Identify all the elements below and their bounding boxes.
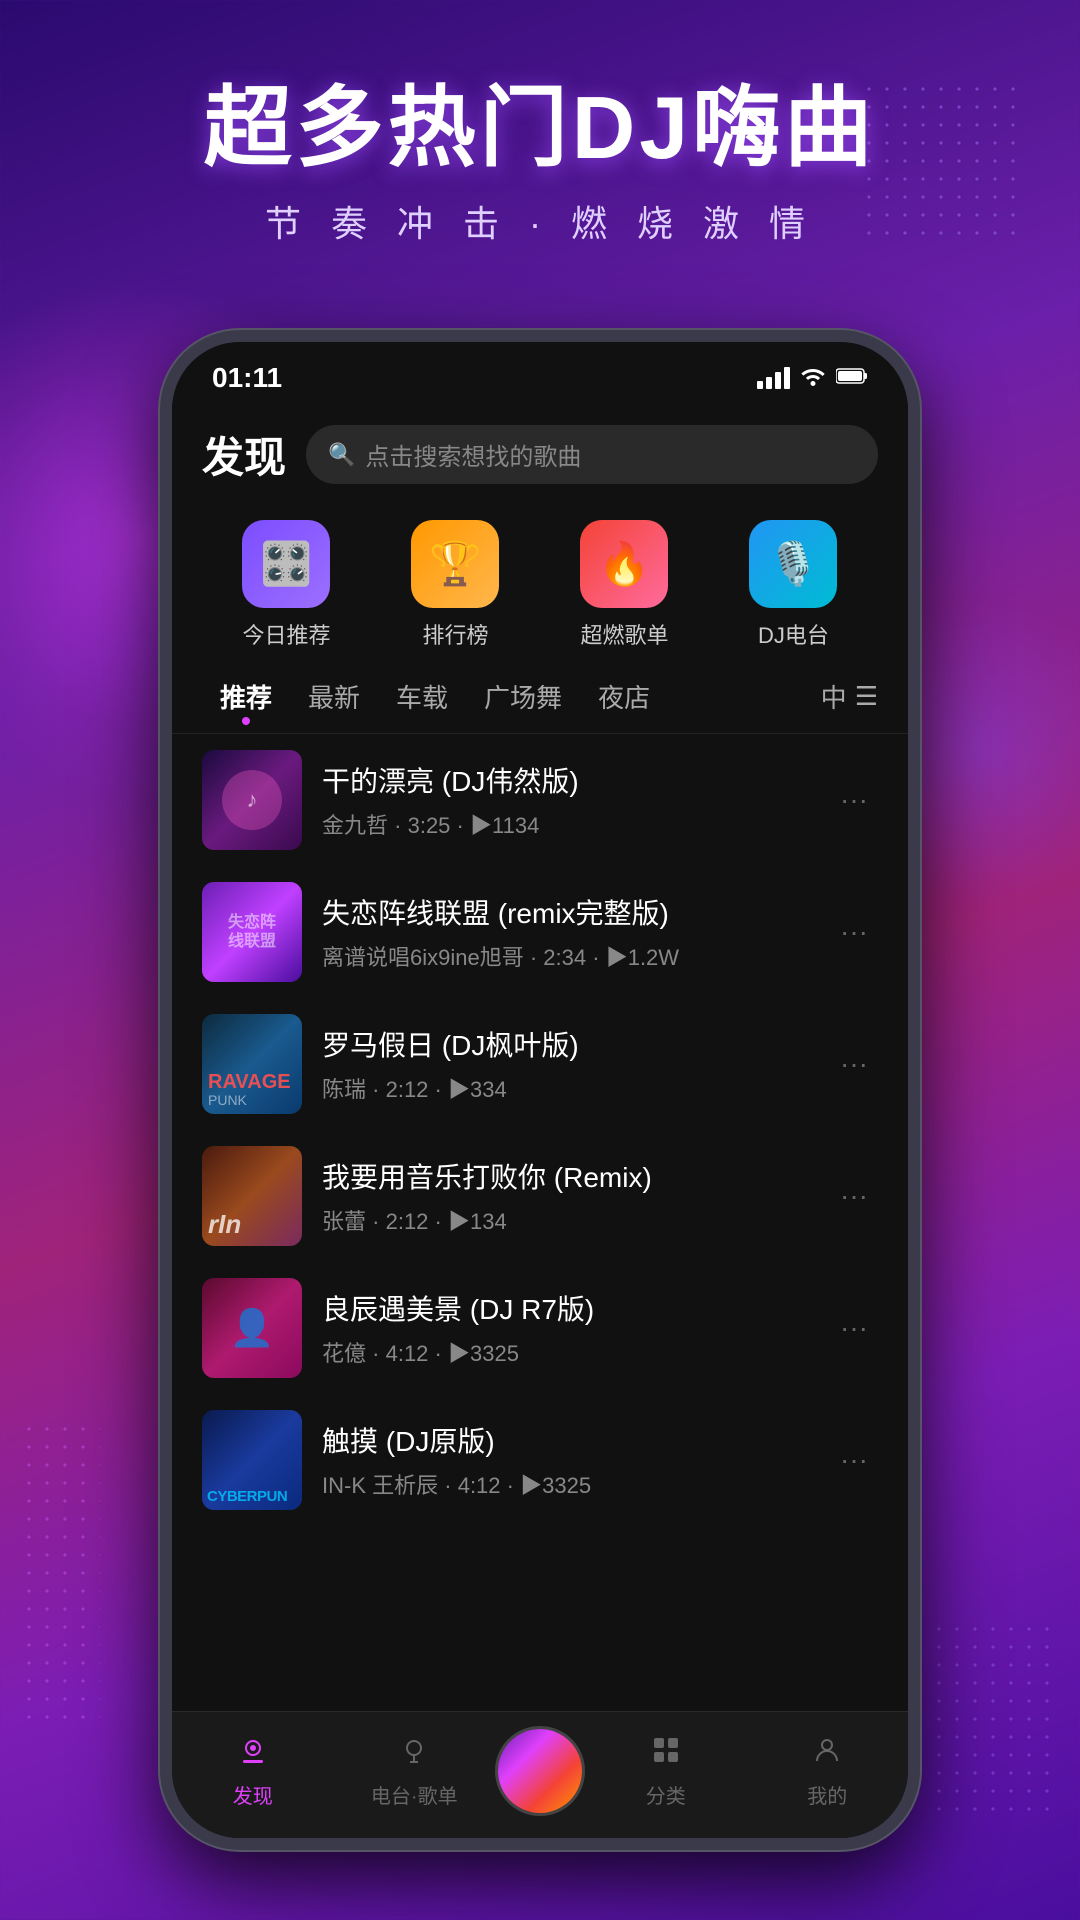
song-info-5: 良辰遇美景 (DJ R7版) 花億 · 4:12 · ▶3325 (322, 1288, 810, 1368)
bottom-nav: 发现 电台·歌单 (172, 1711, 908, 1838)
song-info-1: 干的漂亮 (DJ伟然版) 金九哲 · 3:25 · ▶1134 (322, 760, 810, 840)
app-content: 发现 🔍 点击搜索想找的歌曲 🎛️ 今日推荐 🏆 排行榜 🔥 (172, 404, 908, 1838)
search-placeholder-text: 点击搜索想找的歌曲 (365, 437, 581, 472)
song-more-3[interactable]: ··· (830, 1038, 878, 1090)
header-subtitle: 节 奏 冲 击 · 燃 烧 激 情 (0, 195, 1080, 247)
song-item-3[interactable]: RAVAGE PUNK 罗马假日 (DJ枫叶版) 陈瑞 · 2:12 · ▶33… (172, 998, 908, 1130)
filter-nightclub[interactable]: 夜店 (580, 670, 668, 723)
nav-profile-icon (811, 1734, 843, 1774)
category-today-label: 今日推荐 (242, 618, 330, 650)
song-meta-5: 花億 · 4:12 · ▶3325 (322, 1336, 810, 1368)
song-item-5[interactable]: 👤 良辰遇美景 (DJ R7版) 花億 · 4:12 · ▶3325 (172, 1262, 908, 1394)
song-more-4[interactable]: ··· (830, 1170, 878, 1222)
song-list: ♪ 干的漂亮 (DJ伟然版) 金九哲 · 3:25 · ▶1134 (172, 734, 908, 1711)
song-title-4: 我要用音乐打败你 (Remix) (322, 1156, 810, 1196)
song-item-6[interactable]: CYBERPUN 触摸 (DJ原版) IN-K 王析辰 · 4:12 · ▶33… (172, 1394, 908, 1526)
nav-profile-label: 我的 (807, 1780, 847, 1809)
song-meta-6: IN-K 王析辰 · 4:12 · ▶3325 (322, 1468, 810, 1500)
song-info-3: 罗马假日 (DJ枫叶版) 陈瑞 · 2:12 · ▶334 (322, 1024, 810, 1104)
category-today[interactable]: 🎛️ 今日推荐 (242, 520, 330, 650)
song-info-4: 我要用音乐打败你 (Remix) 张蕾 · 2:12 · ▶134 (322, 1156, 810, 1236)
nav-radio-label: 电台·歌单 (371, 1780, 458, 1809)
song-title-2: 失恋阵线联盟 (remix完整版) (322, 892, 810, 932)
filter-recommend[interactable]: 推荐 (202, 670, 290, 723)
bg-dots-bl (20, 1420, 100, 1720)
song-thumbnail-6: CYBERPUN (202, 1410, 302, 1510)
top-bar: 发现 🔍 点击搜索想找的歌曲 (172, 404, 908, 500)
song-info-2: 失恋阵线联盟 (remix完整版) 离谱说唱6ix9ine旭哥 · 2:34 ·… (322, 892, 810, 972)
search-icon: 🔍 (328, 442, 355, 468)
song-info-6: 触摸 (DJ原版) IN-K 王析辰 · 4:12 · ▶3325 (322, 1420, 810, 1500)
nav-category[interactable]: 分类 (585, 1734, 747, 1809)
song-meta-2: 离谱说唱6ix9ine旭哥 · 2:34 · ▶1.2W (322, 940, 810, 972)
category-radio[interactable]: 🎙️ DJ电台 (749, 520, 837, 650)
category-hot-label: 超燃歌单 (580, 618, 668, 650)
song-title-6: 触摸 (DJ原版) (322, 1420, 810, 1460)
nav-discover[interactable]: 发现 (172, 1734, 334, 1809)
song-thumbnail-1: ♪ (202, 750, 302, 850)
wifi-icon (800, 364, 826, 392)
page-title: 发现 (202, 424, 286, 485)
phone-frame: 01:11 (160, 330, 920, 1850)
header-title: 超多热门DJ嗨曲 (0, 80, 1080, 177)
song-title-1: 干的漂亮 (DJ伟然版) (322, 760, 810, 800)
song-more-1[interactable]: ··· (830, 774, 878, 826)
category-row: 🎛️ 今日推荐 🏆 排行榜 🔥 超燃歌单 🎙️ DJ电台 (172, 500, 908, 660)
nav-discover-label: 发现 (233, 1780, 273, 1809)
song-item-1[interactable]: ♪ 干的漂亮 (DJ伟然版) 金九哲 · 3:25 · ▶1134 (172, 734, 908, 866)
song-title-3: 罗马假日 (DJ枫叶版) (322, 1024, 810, 1064)
song-more-5[interactable]: ··· (830, 1302, 878, 1354)
filter-new[interactable]: 最新 (290, 670, 378, 723)
category-rank-label: 排行榜 (422, 618, 488, 650)
song-title-5: 良辰遇美景 (DJ R7版) (322, 1288, 810, 1328)
signal-icon (757, 367, 790, 389)
category-radio-label: DJ电台 (758, 618, 829, 650)
song-item-2[interactable]: 失恋阵线联盟 失恋阵线联盟 (remix完整版) 离谱说唱6ix9ine旭哥 ·… (172, 866, 908, 998)
nav-discover-icon (237, 1734, 269, 1774)
bg-dots-br (930, 1620, 1050, 1820)
song-meta-3: 陈瑞 · 2:12 · ▶334 (322, 1072, 810, 1104)
category-hot-icon: 🔥 (580, 520, 668, 608)
song-thumbnail-5: 👤 (202, 1278, 302, 1378)
filter-row: 推荐 最新 车载 广场舞 夜店 中 ☰ (172, 660, 908, 734)
nav-center[interactable] (495, 1726, 585, 1816)
status-time: 01:11 (212, 362, 282, 394)
filter-square[interactable]: 广场舞 (466, 670, 580, 723)
status-bar: 01:11 (172, 342, 908, 404)
nav-center-button[interactable] (495, 1726, 585, 1816)
status-icons (757, 364, 868, 392)
phone-mockup: 01:11 (160, 330, 920, 1850)
song-item-4[interactable]: rIn 我要用音乐打败你 (Remix) 张蕾 · 2:12 · ▶134 (172, 1130, 908, 1262)
category-rank[interactable]: 🏆 排行榜 (411, 520, 499, 650)
song-thumbnail-3: RAVAGE PUNK (202, 1014, 302, 1114)
nav-radio[interactable]: 电台·歌单 (334, 1734, 496, 1809)
song-more-2[interactable]: ··· (830, 906, 878, 958)
search-bar[interactable]: 🔍 点击搜索想找的歌曲 (306, 425, 878, 484)
filter-car[interactable]: 车载 (378, 670, 466, 723)
nav-profile[interactable]: 我的 (747, 1734, 909, 1809)
song-thumbnail-2: 失恋阵线联盟 (202, 882, 302, 982)
nav-category-label: 分类 (646, 1780, 686, 1809)
category-today-icon: 🎛️ (242, 520, 330, 608)
nav-radio-icon (398, 1734, 430, 1774)
header-section: 超多热门DJ嗨曲 节 奏 冲 击 · 燃 烧 激 情 (0, 80, 1080, 247)
filter-more-text: 中 (821, 678, 847, 715)
filter-more[interactable]: 中 ☰ (821, 678, 878, 715)
category-hot[interactable]: 🔥 超燃歌单 (580, 520, 668, 650)
battery-icon (836, 365, 868, 391)
nav-category-icon (650, 1734, 682, 1774)
category-rank-icon: 🏆 (411, 520, 499, 608)
song-meta-1: 金九哲 · 3:25 · ▶1134 (322, 808, 810, 840)
song-meta-4: 张蕾 · 2:12 · ▶134 (322, 1204, 810, 1236)
nav-center-avatar (498, 1729, 582, 1813)
song-thumbnail-4: rIn (202, 1146, 302, 1246)
song-more-6[interactable]: ··· (830, 1434, 878, 1486)
category-radio-icon: 🎙️ (749, 520, 837, 608)
filter-menu-icon: ☰ (855, 681, 878, 712)
